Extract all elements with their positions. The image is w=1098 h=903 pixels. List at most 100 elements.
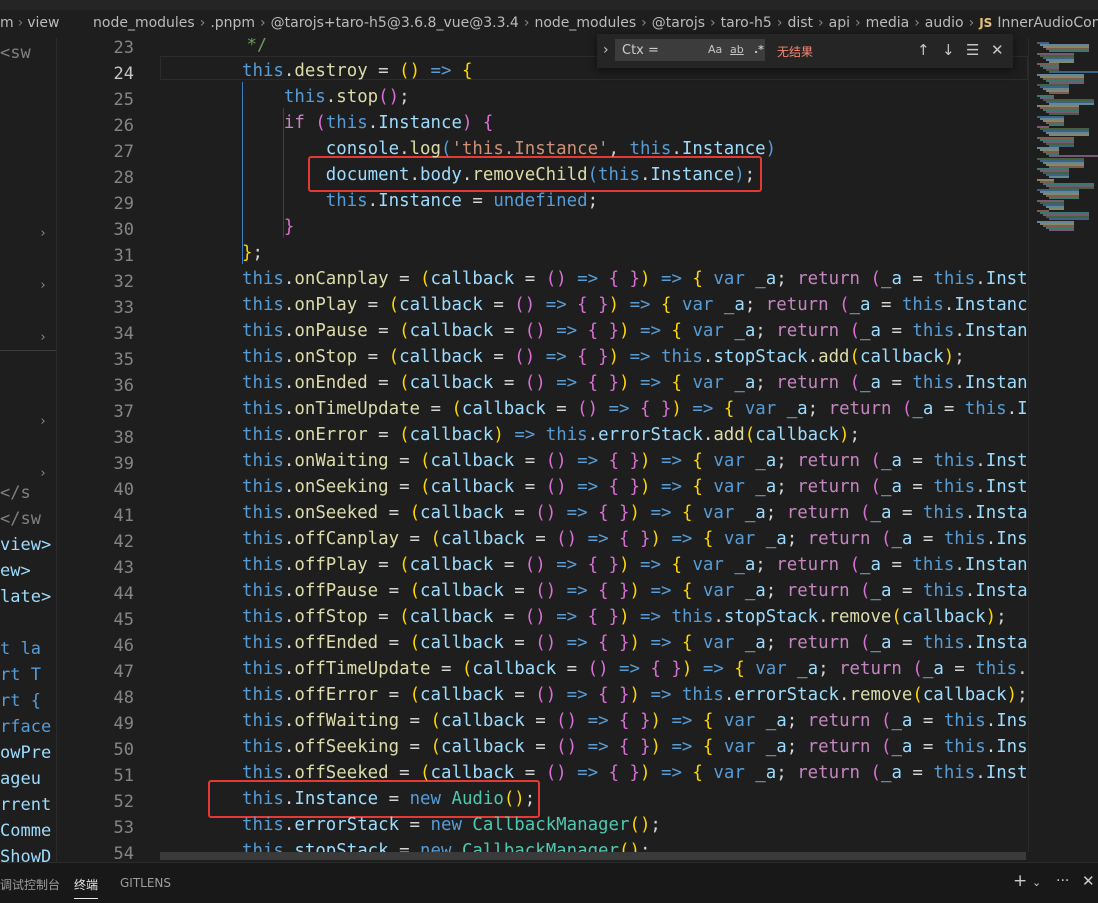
code-line: this.stop();	[242, 84, 410, 110]
code-token: callback	[399, 295, 483, 315]
line-number: 24	[74, 64, 134, 84]
breadcrumb-item[interactable]: node_modules	[93, 15, 195, 31]
tab-terminal[interactable]: 终端	[74, 876, 98, 899]
breadcrumb-item[interactable]: taro-h5	[721, 15, 772, 31]
more-actions-icon[interactable]: ···	[1056, 873, 1069, 889]
code-token	[713, 711, 723, 731]
code-token: .	[284, 373, 294, 393]
chevron-right-icon[interactable]: ›	[39, 414, 47, 429]
code-token: =	[378, 633, 409, 653]
code-token: =>	[577, 477, 598, 497]
chevron-right-icon[interactable]: ›	[39, 278, 47, 293]
code-token: return	[787, 633, 850, 653]
code-token: =	[378, 789, 409, 809]
minimap[interactable]	[1028, 38, 1098, 852]
code-token: this	[284, 87, 326, 107]
close-icon[interactable]: ✕	[991, 41, 1004, 59]
code-token: =>	[588, 737, 609, 757]
match-case-toggle[interactable]: Aa	[708, 43, 722, 56]
code-token: ,	[609, 139, 630, 159]
code-line: this.onPlay = (callback = () => { }) => …	[242, 292, 1028, 318]
breadcrumb-item[interactable]: @tarojs+taro-h5@3.6.8_vue@3.3.4	[271, 15, 519, 31]
code-token: { }	[598, 685, 629, 705]
code-token	[577, 711, 587, 731]
chevron-down-icon[interactable]: ⌄	[1032, 876, 1041, 889]
code-token	[829, 295, 839, 315]
code-token: ()	[378, 87, 399, 107]
close-icon[interactable]: ✕	[1082, 872, 1095, 890]
breadcrumb-item[interactable]: dist	[787, 15, 813, 31]
breadcrumb-item[interactable]: m	[0, 15, 14, 31]
code-token: =	[504, 633, 535, 653]
code-token: =>	[567, 633, 588, 653]
tab-debug-console[interactable]: 调试控制台	[0, 876, 60, 893]
breadcrumb-file[interactable]: InnerAudioContext.js	[997, 15, 1098, 31]
code-token: ;	[849, 425, 859, 445]
code-token: =	[389, 841, 420, 852]
code-token	[839, 555, 849, 575]
whole-word-toggle[interactable]: ab	[730, 43, 744, 56]
code-line: this.stopStack = new CallbackManager();	[242, 838, 650, 852]
breadcrumb-item[interactable]: .pnpm	[210, 15, 255, 31]
code-token: .	[284, 789, 294, 809]
code-token: offPlay	[294, 555, 367, 575]
regex-toggle[interactable]: .*	[754, 43, 764, 56]
breadcrumb-item[interactable]: api	[829, 15, 850, 31]
code-token: .	[284, 815, 294, 835]
code-token	[703, 451, 713, 471]
code-token: _a	[734, 321, 755, 341]
code-token: errorStack	[734, 685, 839, 705]
breadcrumb-item[interactable]: audio	[925, 15, 964, 31]
code-token: =	[493, 373, 524, 393]
find-status: 无结果	[777, 43, 813, 60]
scrollbar-thumb[interactable]	[160, 852, 1026, 860]
find-in-selection-icon[interactable]: ☰	[966, 41, 979, 59]
chevron-right-icon[interactable]: ›	[39, 226, 47, 241]
code-token	[671, 295, 681, 315]
code-token: =>	[556, 555, 577, 575]
code-token	[703, 269, 713, 289]
tab-gitlens[interactable]: GITLENS	[120, 876, 171, 890]
code-token: =>	[651, 685, 672, 705]
code-token: Instan	[986, 477, 1028, 497]
left-pane-code-line: </sw	[0, 509, 41, 529]
code-token: this	[242, 399, 284, 419]
code-token: .	[284, 347, 294, 367]
breadcrumb-item[interactable]: node_modules	[534, 15, 636, 31]
breadcrumb-item[interactable]: @tarojs	[652, 15, 705, 31]
code-token: )	[630, 581, 640, 601]
code-token: onPlay	[294, 295, 357, 315]
code-token: onStop	[294, 347, 357, 367]
code-token: _a	[860, 555, 881, 575]
breadcrumb-item[interactable]: media	[866, 15, 910, 31]
code-token: =	[389, 477, 420, 497]
code-token: this	[242, 269, 284, 289]
line-number: 54	[74, 844, 134, 864]
breadcrumb-item[interactable]: view	[27, 15, 59, 31]
code-token	[661, 321, 671, 341]
arrow-down-icon[interactable]: ↓	[942, 41, 955, 59]
arrow-up-icon[interactable]: ↑	[917, 41, 930, 59]
chevron-right-icon[interactable]: ›	[39, 466, 47, 481]
code-token: =	[902, 477, 933, 497]
code-token: =	[378, 685, 409, 705]
code-token: remove	[829, 607, 892, 627]
code-token: =>	[514, 425, 535, 445]
code-token: {	[692, 269, 702, 289]
code-token: this	[242, 373, 284, 393]
code-token: (	[881, 711, 891, 731]
code-editor[interactable]: */this.destroy = () => { this.stop(); if…	[160, 38, 1028, 852]
code-token: .	[724, 685, 734, 705]
code-token: =>	[567, 581, 588, 601]
chevron-right-icon[interactable]: ›	[603, 42, 609, 58]
code-token: this	[326, 191, 368, 211]
code-token	[860, 477, 870, 497]
chevron-right-icon[interactable]: ›	[39, 330, 47, 345]
add-terminal-icon[interactable]: +	[1013, 871, 1027, 891]
code-token: {	[734, 659, 744, 679]
code-token: _a	[766, 711, 787, 731]
code-token: .	[368, 113, 378, 133]
code-token: ;	[640, 841, 650, 852]
horizontal-scrollbar[interactable]	[160, 852, 1026, 862]
code-token	[671, 581, 681, 601]
